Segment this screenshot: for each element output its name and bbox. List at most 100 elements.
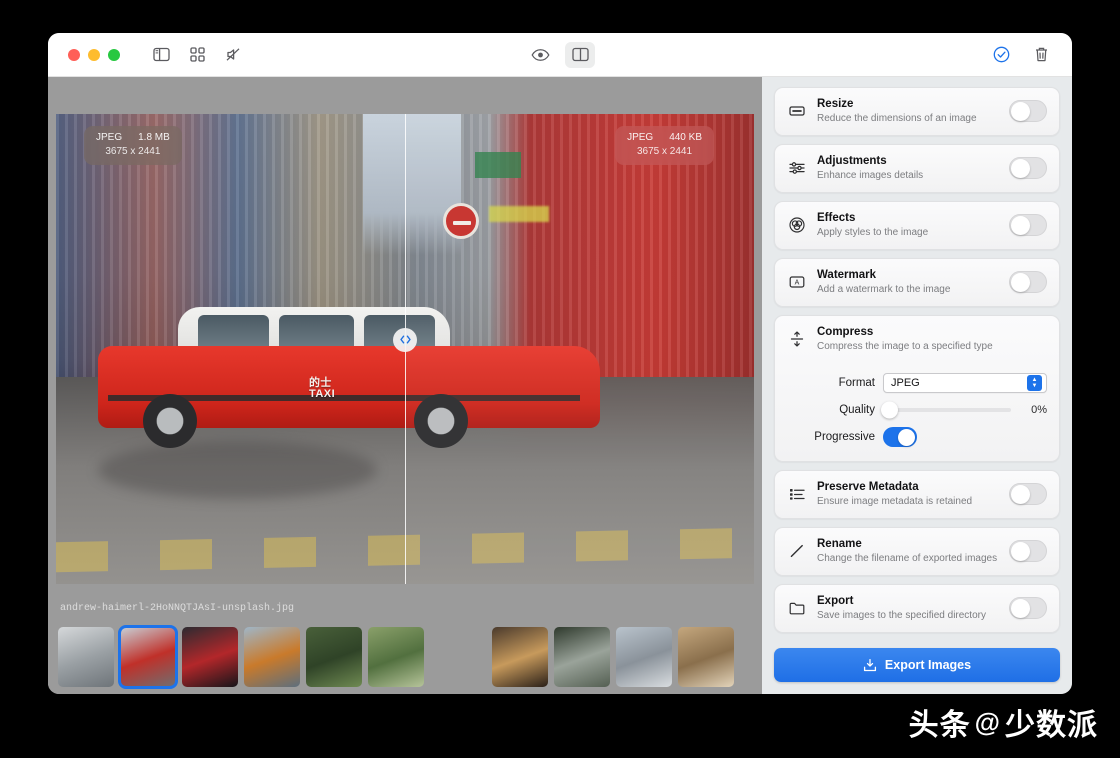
sliders-icon: [787, 161, 807, 175]
resize-icon: [787, 104, 807, 118]
option-subtitle-compress: Compress the image to a specified type: [817, 340, 1047, 353]
window-body: 的士TAXI: [48, 77, 1072, 694]
thumb-bread-basket[interactable]: [492, 627, 548, 687]
compare-right-pane: [405, 114, 754, 584]
badge-original: JPEG 1.8 MB 3675 x 2441: [84, 126, 182, 165]
image-filename: andrew-haimerl-2HoNNQTJAsI-unsplash.jpg: [60, 603, 294, 614]
option-card-adjust[interactable]: AdjustmentsEnhance images details: [774, 144, 1060, 193]
toggle-watermark[interactable]: [1009, 271, 1047, 293]
quality-label: Quality: [787, 404, 875, 416]
svg-text:A: A: [795, 280, 800, 287]
option-subtitle-metadata: Ensure image metadata is retained: [817, 495, 999, 508]
speaker-mute-icon: [225, 47, 242, 62]
thumb-autumn-lake[interactable]: [244, 627, 300, 687]
pencil-icon: [787, 543, 807, 559]
option-title-adjust: Adjustments: [817, 154, 999, 168]
titlebar: [48, 33, 1072, 77]
metadata-icon: [787, 487, 807, 501]
option-title-resize: Resize: [817, 97, 999, 111]
thumb-aerial-river[interactable]: [368, 627, 424, 687]
folder-icon: [787, 601, 807, 615]
trash-icon: [1034, 46, 1049, 63]
thumb-dark-console[interactable]: [182, 627, 238, 687]
grid-icon: [190, 47, 205, 62]
option-card-metadata[interactable]: Preserve MetadataEnsure image metadata i…: [774, 470, 1060, 519]
chevron-updown-icon: ▲▼: [1027, 375, 1042, 391]
option-subtitle-resize: Reduce the dimensions of an image: [817, 112, 999, 125]
traffic-lights: [68, 49, 120, 61]
badge-original-size: 1.8 MB: [138, 131, 170, 145]
option-card-watermark[interactable]: AWatermarkAdd a watermark to the image: [774, 258, 1060, 307]
thumbnail-strip[interactable]: +: [48, 620, 762, 694]
badge-output: JPEG 440 KB 3675 x 2441: [615, 126, 714, 165]
delete-button[interactable]: [1028, 42, 1054, 68]
thumb-green-ferns[interactable]: [306, 627, 362, 687]
toggle-metadata[interactable]: [1009, 483, 1047, 505]
thumb-train-motion[interactable]: [430, 627, 486, 687]
image-canvas[interactable]: 的士TAXI: [48, 77, 762, 620]
option-title-compress: Compress: [817, 325, 1047, 339]
preview-button[interactable]: [525, 42, 555, 68]
thumb-red-taxi[interactable]: [120, 627, 176, 687]
watermark-overlay: 头条 @ 少数派: [909, 700, 1098, 744]
titlebar-right-tools: [988, 42, 1054, 68]
close-button[interactable]: [68, 49, 80, 61]
sidebar-toggle-button[interactable]: [146, 42, 176, 68]
option-card-rename[interactable]: RenameChange the filename of exported im…: [774, 527, 1060, 576]
toggle-rename[interactable]: [1009, 540, 1047, 562]
watermark-icon: A: [787, 275, 807, 289]
split-view-icon: [572, 47, 589, 62]
watermark-at: @: [975, 707, 1001, 738]
quality-row: Quality0%: [787, 401, 1047, 419]
thumb-forest-road[interactable]: [554, 627, 610, 687]
road-shadow: [98, 441, 377, 499]
badge-output-dimensions: 3675 x 2441: [627, 145, 702, 159]
thumb-cliff-village[interactable]: [616, 627, 672, 687]
compress-icon: [787, 331, 807, 347]
option-subtitle-effects: Apply styles to the image: [817, 226, 999, 239]
format-row: Format JPEG▲▼: [787, 373, 1047, 393]
option-card-compress[interactable]: CompressCompress the image to a specifie…: [774, 315, 1060, 462]
toggle-resize[interactable]: [1009, 100, 1047, 122]
check-circle-icon: [993, 46, 1010, 63]
option-subtitle-watermark: Add a watermark to the image: [817, 283, 999, 296]
titlebar-left-tools: [146, 42, 248, 68]
thumb-ornate-interior[interactable]: [678, 627, 734, 687]
grid-view-button[interactable]: [182, 42, 212, 68]
badge-original-format: JPEG: [96, 131, 122, 145]
titlebar-center-tools: [525, 42, 595, 68]
effects-icon: [787, 217, 807, 233]
compare-slider-handle[interactable]: [393, 328, 417, 352]
mute-button[interactable]: [218, 42, 248, 68]
badge-output-format: JPEG: [627, 131, 653, 145]
export-images-button[interactable]: Export Images: [774, 648, 1060, 682]
toggle-adjust[interactable]: [1009, 157, 1047, 179]
option-title-metadata: Preserve Metadata: [817, 480, 999, 494]
export-images-label: Export Images: [885, 658, 971, 672]
compare-split-button[interactable]: [565, 42, 595, 68]
minimize-button[interactable]: [88, 49, 100, 61]
thumb-snow-mountain[interactable]: [58, 627, 114, 687]
options-list: ResizeReduce the dimensions of an image A…: [774, 87, 1060, 648]
editor-column: 的士TAXI: [48, 77, 762, 694]
quality-slider[interactable]: [883, 408, 1011, 412]
sidebar-icon: [153, 47, 170, 62]
progressive-row: Progressive: [787, 427, 1047, 447]
format-value: JPEG: [891, 377, 1027, 389]
toggle-effects[interactable]: [1009, 214, 1047, 236]
badge-original-dimensions: 3675 x 2441: [96, 145, 170, 159]
toggle-export[interactable]: [1009, 597, 1047, 619]
select-all-button[interactable]: [988, 42, 1014, 68]
option-card-resize[interactable]: ResizeReduce the dimensions of an image: [774, 87, 1060, 136]
chevron-left-right-icon: [399, 334, 412, 345]
option-card-export[interactable]: ExportSave images to the specified direc…: [774, 584, 1060, 633]
format-select[interactable]: JPEG▲▼: [883, 373, 1047, 393]
maximize-button[interactable]: [108, 49, 120, 61]
format-label: Format: [787, 377, 875, 389]
option-title-export: Export: [817, 594, 999, 608]
compare-viewer[interactable]: 的士TAXI: [56, 114, 754, 584]
progressive-label: Progressive: [787, 431, 875, 443]
watermark-text: 头条: [909, 700, 971, 744]
option-card-effects[interactable]: EffectsApply styles to the image: [774, 201, 1060, 250]
toggle-progressive[interactable]: [883, 427, 917, 447]
